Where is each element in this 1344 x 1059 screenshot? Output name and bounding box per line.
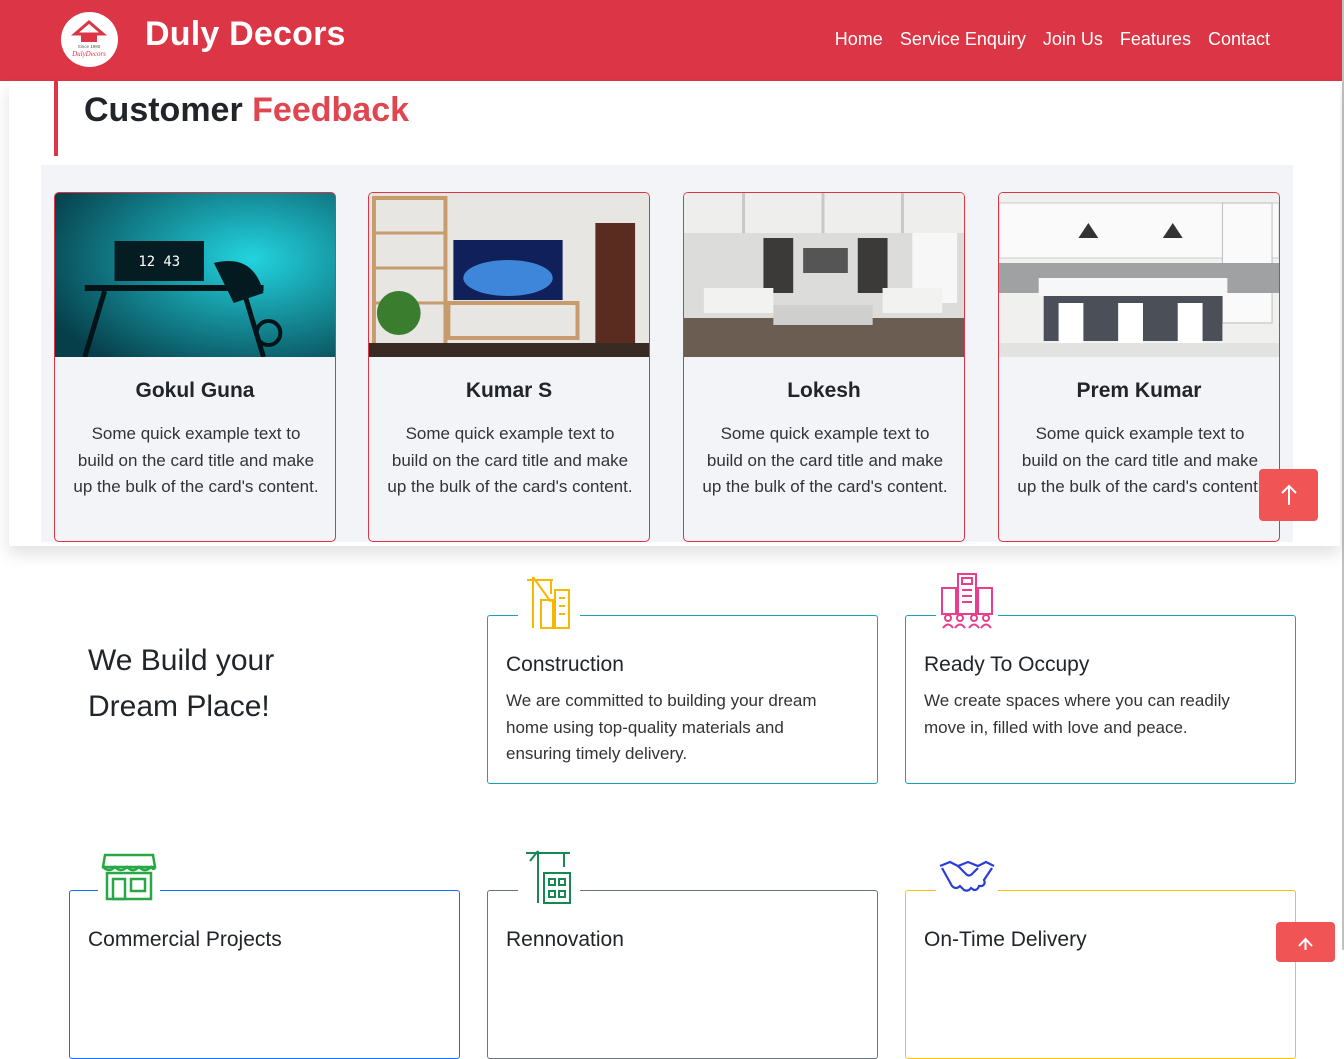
service-card-commercial-projects[interactable]: Commercial Projects	[69, 846, 460, 1059]
customer-feedback-section: Customer Feedback 12 43 Gokul Guna Some …	[9, 81, 1340, 546]
feedback-card-text: Some quick example text to build on the …	[73, 424, 319, 496]
nav-join-us[interactable]: Join Us	[1043, 29, 1103, 50]
feedback-card-name: Lokesh	[787, 379, 861, 402]
service-title: Rennovation	[506, 928, 624, 951]
nav-links: Home Service Enquiry Join Us Features Co…	[835, 29, 1270, 50]
section-title-accent: Feedback	[252, 91, 410, 129]
neon-desk-room-image: 12 43	[55, 193, 335, 357]
title-accent-bar	[54, 81, 58, 156]
feedback-card[interactable]: Kumar S Some quick example text to build…	[368, 192, 650, 542]
service-desc: We are committed to building your dream …	[506, 691, 817, 763]
feedback-card-name: Kumar S	[465, 379, 553, 402]
services-headline-text: We Build your Dream Place!	[88, 644, 275, 723]
feedback-card[interactable]: Prem Kumar Some quick example text to bu…	[998, 192, 1280, 542]
renovation-crane-icon	[518, 846, 580, 906]
arrow-up-icon	[1298, 937, 1313, 950]
handshake-icon	[936, 846, 998, 906]
arrow-up-icon	[1280, 484, 1297, 505]
nav-contact[interactable]: Contact	[1208, 29, 1270, 50]
feedback-card[interactable]: 12 43 Gokul Guna Some quick example text…	[54, 192, 336, 542]
white-living-room-image	[684, 193, 964, 357]
service-card-on-time-delivery[interactable]: On-Time Delivery	[905, 846, 1296, 1059]
feedback-card[interactable]: Lokesh Some quick example text to build …	[683, 192, 965, 542]
scroll-to-top-button-secondary[interactable]	[1276, 922, 1335, 962]
service-card-rennovation[interactable]: Rennovation	[487, 846, 878, 1059]
section-title-main: Customer	[84, 91, 243, 129]
feedback-cards: 12 43 Gokul Guna Some quick example text…	[41, 165, 1293, 542]
nav-service-enquiry[interactable]: Service Enquiry	[900, 29, 1026, 50]
crane-building-icon	[518, 571, 580, 631]
service-card-ready-to-occupy[interactable]: Ready To Occupy We create spaces where y…	[905, 571, 1296, 784]
city-building-icon	[936, 571, 998, 631]
service-desc: We create spaces where you can readily m…	[924, 691, 1230, 737]
navbar: Since 1980 DulyDecors Duly Decors Home S…	[0, 0, 1342, 81]
feedback-card-text: Some quick example text to build on the …	[702, 424, 948, 496]
nav-features[interactable]: Features	[1120, 29, 1191, 50]
svg-text:12 43: 12 43	[138, 254, 180, 270]
svg-text:DulyDecors: DulyDecors	[71, 50, 106, 58]
brand-logo[interactable]: Since 1980 DulyDecors	[61, 12, 118, 67]
scroll-to-top-button[interactable]	[1259, 469, 1318, 521]
feedback-card-name: Gokul Guna	[135, 379, 255, 402]
services-headline: We Build your Dream Place!	[88, 638, 288, 730]
feedback-card-text: Some quick example text to build on the …	[1017, 424, 1263, 496]
nav-home[interactable]: Home	[835, 29, 883, 50]
service-title: Commercial Projects	[88, 928, 282, 951]
storefront-icon	[98, 846, 160, 906]
service-card-construction[interactable]: Construction We are committed to buildin…	[487, 571, 878, 784]
brand-name[interactable]: Duly Decors	[145, 15, 346, 54]
feedback-card-text: Some quick example text to build on the …	[387, 424, 633, 496]
kitchen-island-image	[999, 193, 1279, 357]
svg-text:Since 1980: Since 1980	[78, 44, 101, 49]
tv-living-room-image	[369, 193, 649, 357]
service-title: Construction	[506, 653, 624, 676]
service-title: On-Time Delivery	[924, 928, 1087, 951]
section-title: Customer Feedback	[84, 91, 409, 130]
service-title: Ready To Occupy	[924, 653, 1090, 676]
feedback-card-name: Prem Kumar	[1076, 379, 1202, 402]
